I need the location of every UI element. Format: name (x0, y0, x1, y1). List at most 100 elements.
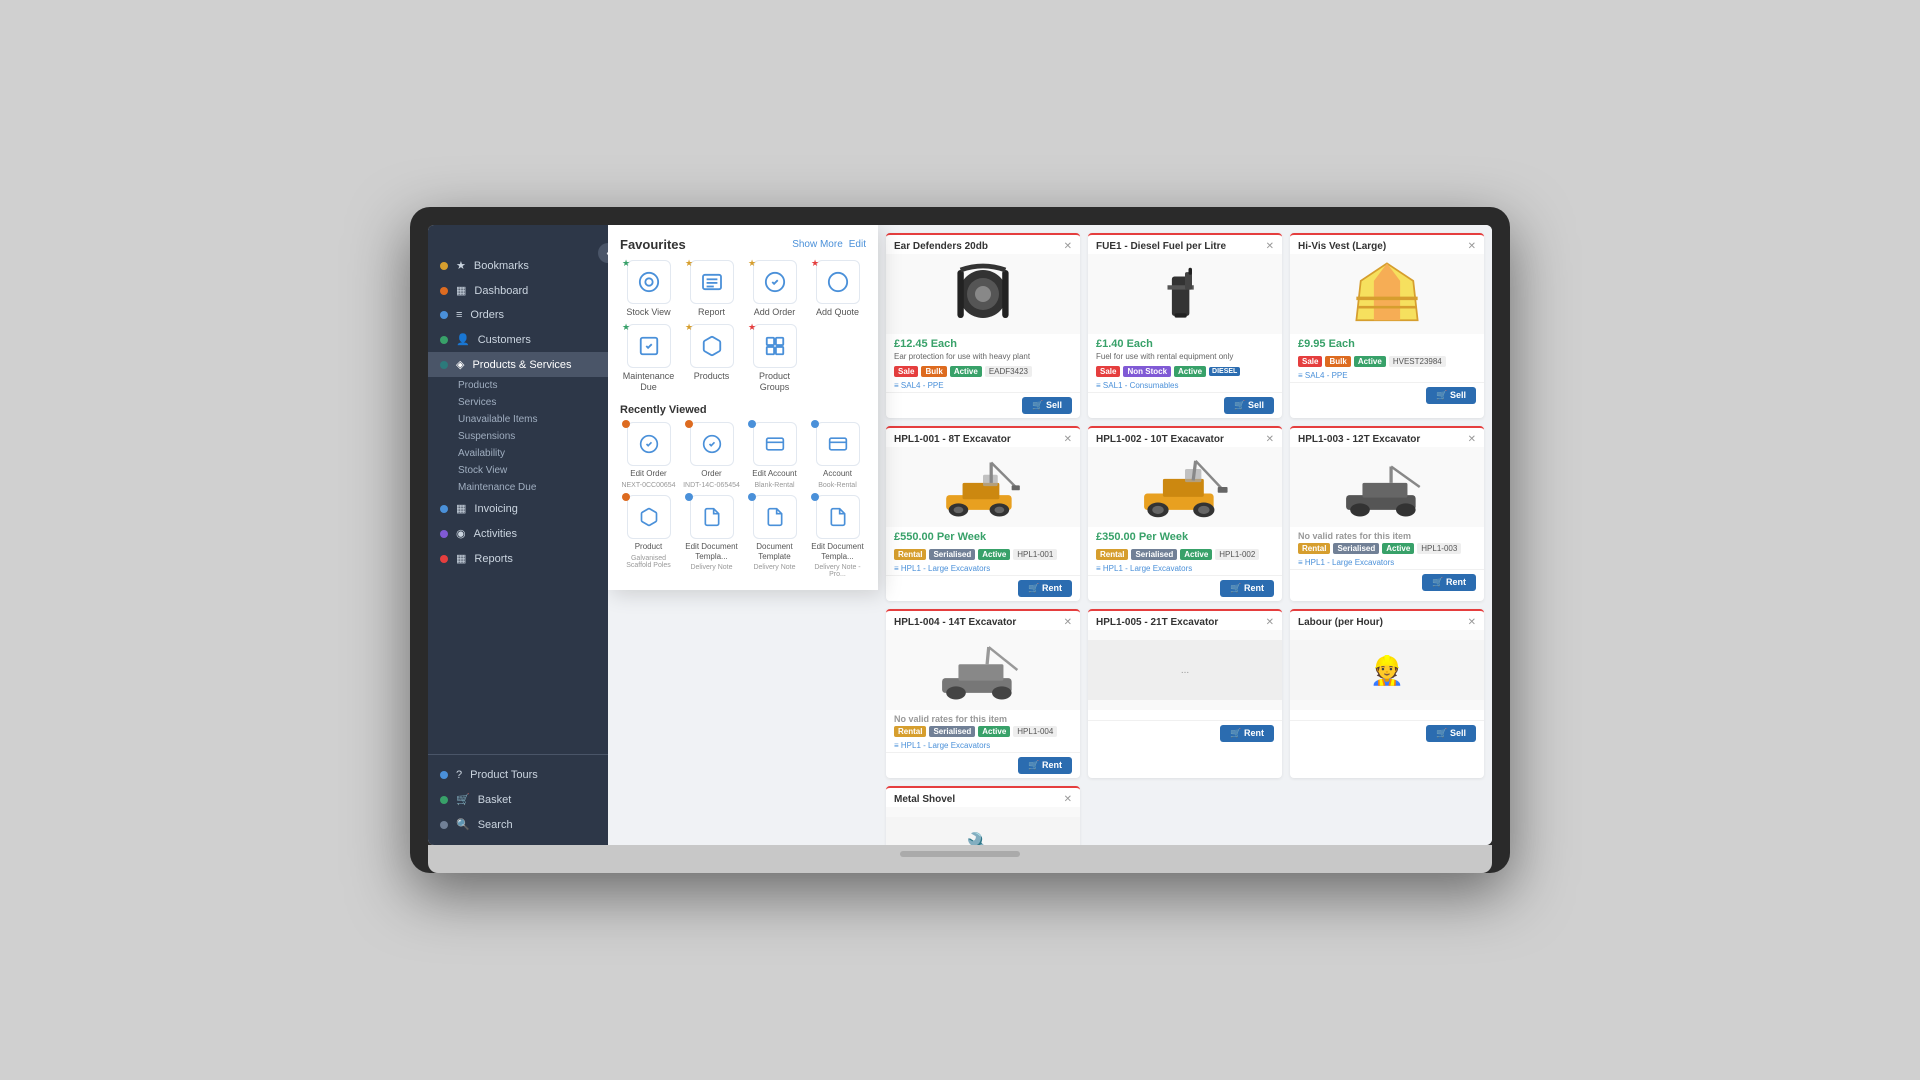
delete-hpl1-005[interactable]: ✕ (1266, 617, 1274, 628)
recent-item-account[interactable]: Account Book-Rental (809, 422, 866, 489)
delete-hpl1-001[interactable]: ✕ (1064, 434, 1072, 445)
fav-item-add-quote[interactable]: ★ Add Quote (809, 260, 866, 318)
fav-label-products: Products (694, 371, 730, 382)
product-title-hpl1-004: HPL1-004 - 14T Excavator (894, 617, 1016, 628)
sidebar-item-stock-view[interactable]: Stock View (428, 462, 608, 479)
card-header-ear-defenders: Ear Defenders 20db ✕ (886, 235, 1080, 254)
product-tags-fuel: Sale Non Stock Active DIESEL (1088, 366, 1282, 381)
product-tags-hivis: Sale Bulk Active HVEST23984 (1290, 356, 1484, 371)
recent-item-edit-account[interactable]: Edit Account Blank-Rental (746, 422, 803, 489)
product-title-metal-shovel: Metal Shovel (894, 794, 955, 805)
fav-item-report[interactable]: ★ Report (683, 260, 740, 318)
product-price-fuel: £1.40 Each (1088, 334, 1282, 352)
sidebar-item-product-tours[interactable]: ? Product Tours (428, 763, 608, 787)
delete-fuel[interactable]: ✕ (1266, 241, 1274, 252)
sidebar-item-reports[interactable]: ▦ Reports (428, 546, 608, 571)
sidebar-label-customers: Customers (478, 334, 531, 346)
sell-button-labour[interactable]: 🛒 Sell (1426, 725, 1476, 742)
fav-icon-products (690, 324, 734, 368)
fav-item-product-groups[interactable]: ★ Product Groups (746, 324, 803, 393)
rent-button-hpl1-004[interactable]: 🛒 Rent (1018, 757, 1072, 774)
tag-diesel-fuel: DIESEL (1209, 367, 1240, 376)
recent-label-edit-doc-template2: Edit Document Templa... (809, 542, 866, 561)
sidebar-item-availability[interactable]: Availability (428, 445, 608, 462)
fav-item-stock-view[interactable]: ★ Stock View (620, 260, 677, 318)
delete-ear-defenders[interactable]: ✕ (1064, 241, 1072, 252)
delete-labour[interactable]: ✕ (1468, 617, 1476, 628)
product-card-hpl1-004: HPL1-004 - 14T Excavator ✕ (886, 609, 1080, 778)
sidebar-item-invoicing[interactable]: ▦ Invoicing (428, 496, 608, 521)
delete-hivis[interactable]: ✕ (1468, 241, 1476, 252)
fav-star-report: ★ (685, 258, 693, 269)
sidebar-item-dashboard[interactable]: ▦ Dashboard (428, 278, 608, 303)
show-more-link[interactable]: Show More (792, 239, 843, 250)
rent-button-hpl1-002[interactable]: 🛒 Rent (1220, 580, 1274, 597)
sidebar-bottom: ? Product Tours 🛒 Basket 🔍 Search (428, 754, 608, 845)
product-actions-ear-defenders: 🛒 Sell (886, 392, 1080, 418)
fav-star-stock-view: ★ (622, 258, 630, 269)
sidebar-label-availability: Availability (458, 448, 505, 459)
delete-hpl1-004[interactable]: ✕ (1064, 617, 1072, 628)
product-price-hpl1-001: £550.00 Per Week (886, 527, 1080, 545)
product-actions-hpl1-002: 🛒 Rent (1088, 575, 1282, 601)
fav-item-maintenance[interactable]: ★ Maintenance Due (620, 324, 677, 393)
sell-button-ear-defenders[interactable]: 🛒 Sell (1022, 397, 1072, 414)
recent-sub-edit-order: NEXT-0CC00654 (621, 482, 675, 489)
rent-button-hpl1-003[interactable]: 🛒 Rent (1422, 574, 1476, 591)
recently-viewed-grid: Edit Order NEXT-0CC00654 Order (620, 422, 866, 578)
sidebar-item-bookmarks[interactable]: ★ Bookmarks (428, 253, 608, 278)
recent-icon-edit-doc-template2 (816, 495, 860, 539)
product-price-ear-defenders: £12.45 Each (886, 334, 1080, 352)
sidebar-item-maintenance-due[interactable]: Maintenance Due (428, 479, 608, 496)
edit-link[interactable]: Edit (849, 239, 866, 250)
fav-label-product-groups: Product Groups (746, 371, 803, 393)
sidebar-label-basket: Basket (478, 794, 512, 806)
delete-hpl1-002[interactable]: ✕ (1266, 434, 1274, 445)
bookmarks-icon: ★ (456, 259, 466, 272)
dashboard-icon: ▦ (456, 284, 466, 297)
recent-label-account: Account (823, 469, 852, 479)
sidebar-item-search[interactable]: 🔍 Search (428, 812, 608, 837)
product-img-hpl1-003 (1290, 447, 1484, 527)
sidebar-label-stock-view: Stock View (458, 465, 507, 476)
fav-star-add-order: ★ (748, 258, 756, 269)
sidebar-item-products[interactable]: Products (428, 377, 608, 394)
products-services-icon: ◈ (456, 358, 464, 371)
sidebar-item-services[interactable]: Services (428, 394, 608, 411)
sidebar-item-products-services[interactable]: ◈ Products & Services (428, 352, 608, 377)
sidebar-item-orders[interactable]: ≡ Orders (428, 303, 608, 327)
invoicing-dot (440, 505, 448, 513)
rent-button-hpl1-005[interactable]: 🛒 Rent (1220, 725, 1274, 742)
product-card-hpl1-005: HPL1-005 - 21T Excavator ✕ ... 🛒 Rent (1088, 609, 1282, 778)
recent-item-order[interactable]: Order INDT-14C-065454 (683, 422, 740, 489)
tag-id-hpl1-002: HPL1-002 (1215, 549, 1259, 560)
card-header-fuel: FUE1 - Diesel Fuel per Litre ✕ (1088, 235, 1282, 254)
recent-item-edit-order[interactable]: Edit Order NEXT-0CC00654 (620, 422, 677, 489)
sidebar-item-suspensions[interactable]: Suspensions (428, 428, 608, 445)
product-title-hpl1-003: HPL1-003 - 12T Excavator (1298, 434, 1420, 445)
delete-metal-shovel[interactable]: ✕ (1064, 794, 1072, 805)
product-card-labour: Labour (per Hour) ✕ 👷 🛒 Sell (1290, 609, 1484, 778)
card-header-hpl1-002: HPL1-002 - 10T Exacavator ✕ (1088, 428, 1282, 447)
sidebar-item-activities[interactable]: ◉ Activities (428, 521, 608, 546)
sidebar-item-basket[interactable]: 🛒 Basket (428, 787, 608, 812)
delete-hpl1-003[interactable]: ✕ (1468, 434, 1476, 445)
fav-item-products[interactable]: ★ Products (683, 324, 740, 393)
product-category-hpl1-002: ≡ HPL1 - Large Excavators (1088, 564, 1282, 575)
fav-icon-add-order (753, 260, 797, 304)
recent-item-doc-template[interactable]: Document Template Delivery Note (746, 495, 803, 578)
tag-rental-hpl1-001: Rental (894, 549, 926, 560)
sidebar-item-unavailable[interactable]: Unavailable Items (428, 411, 608, 428)
recent-item-edit-doc-template1[interactable]: Edit Document Templa... Delivery Note (683, 495, 740, 578)
recent-item-edit-doc-template2[interactable]: Edit Document Templa... Delivery Note - … (809, 495, 866, 578)
product-price-hpl1-004: No valid rates for this item (886, 710, 1080, 726)
sell-button-fuel[interactable]: 🛒 Sell (1224, 397, 1274, 414)
sell-button-hivis[interactable]: 🛒 Sell (1426, 387, 1476, 404)
card-header-metal-shovel: Metal Shovel ✕ (886, 788, 1080, 807)
recent-item-product[interactable]: Product Galvanised Scaffold Poles (620, 495, 677, 578)
sidebar-item-customers[interactable]: 👤 Customers (428, 327, 608, 352)
basket-dot (440, 796, 448, 804)
customers-dot (440, 336, 448, 344)
fav-item-add-order[interactable]: ★ Add Order (746, 260, 803, 318)
rent-button-hpl1-001[interactable]: 🛒 Rent (1018, 580, 1072, 597)
